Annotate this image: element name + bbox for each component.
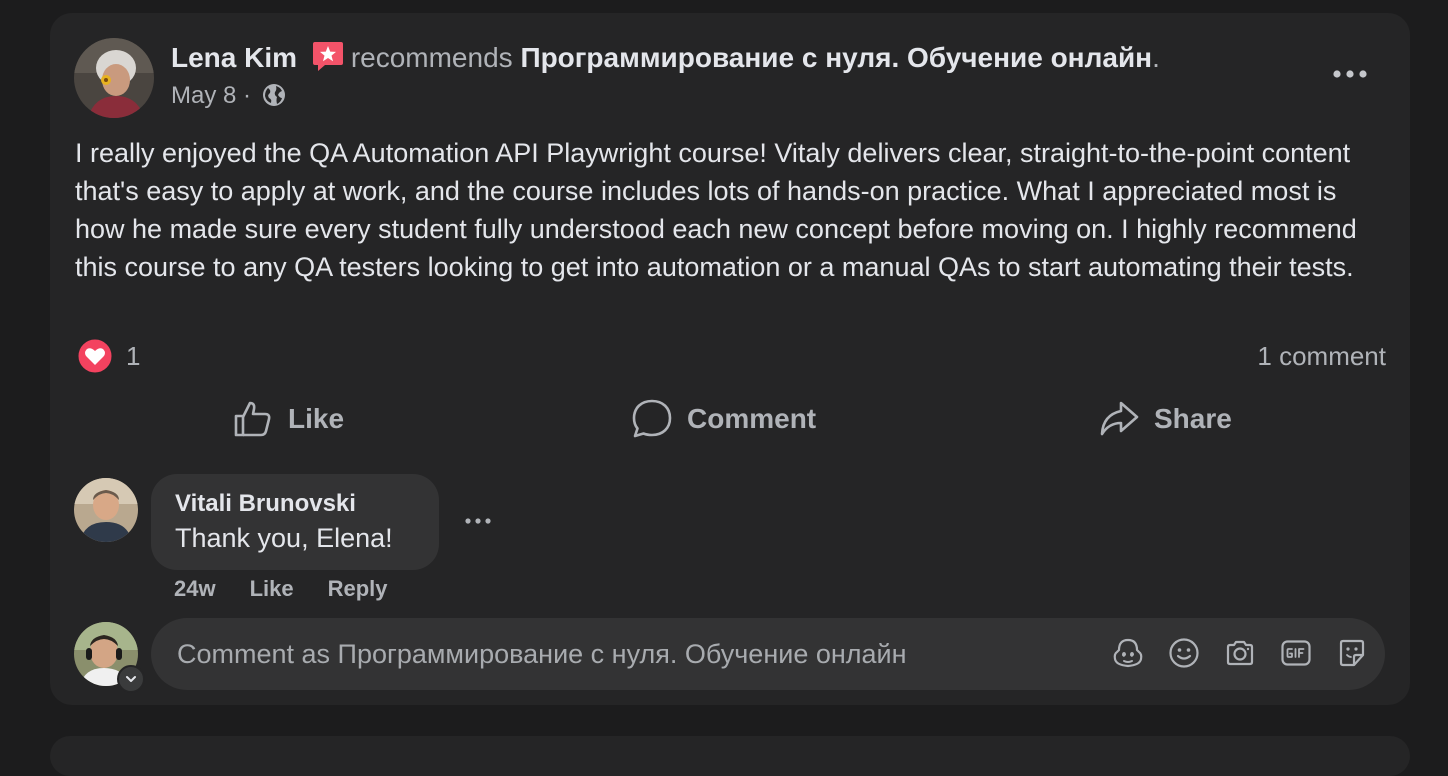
- post-meta: May 8 ·: [171, 81, 286, 111]
- commenter-name[interactable]: Vitali Brunovski: [175, 488, 415, 520]
- sticker-icon[interactable]: [1335, 636, 1369, 670]
- comment-meta: 24w Like Reply: [174, 576, 388, 602]
- comment-reply-button[interactable]: Reply: [328, 576, 388, 602]
- recommends-label: recommends: [350, 42, 513, 73]
- emoji-icon[interactable]: [1167, 636, 1201, 670]
- post-date[interactable]: May 8: [171, 82, 236, 109]
- share-label: Share: [1154, 403, 1232, 434]
- comment-like-button[interactable]: Like: [250, 576, 294, 602]
- share-arrow-icon: [1100, 401, 1139, 436]
- post-header: Lena Kim recommends Программирование с н…: [171, 39, 1160, 76]
- author-avatar[interactable]: [74, 38, 154, 118]
- comment-input[interactable]: [175, 637, 1099, 671]
- comment-text: Thank you, Elena!: [175, 523, 393, 553]
- header-period: .: [1152, 42, 1160, 73]
- page-name-link[interactable]: Программирование с нуля. Обучение онлайн: [520, 42, 1152, 73]
- camera-icon[interactable]: [1223, 636, 1257, 670]
- comment-bubble-icon: [632, 399, 672, 438]
- avatar-sticker-icon[interactable]: [1111, 636, 1145, 670]
- comment-more-button[interactable]: [462, 511, 494, 531]
- reaction-count[interactable]: 1: [126, 339, 140, 373]
- more-horizontal-icon: [465, 518, 491, 524]
- meta-separator: ·: [243, 82, 252, 109]
- comment-count[interactable]: 1 comment: [1257, 339, 1386, 373]
- profile-switch-chevron-icon[interactable]: [117, 665, 145, 693]
- thumbs-up-icon: [234, 401, 271, 437]
- comment-age[interactable]: 24w: [174, 576, 216, 602]
- post-more-button[interactable]: [1328, 61, 1372, 87]
- share-button[interactable]: Share: [1098, 397, 1232, 441]
- next-post-card: [50, 736, 1410, 776]
- comment-bubble: Vitali Brunovski Thank you, Elena!: [151, 474, 439, 570]
- love-reaction-icon[interactable]: [77, 338, 113, 374]
- like-button[interactable]: Like: [232, 397, 344, 441]
- comment-label: Comment: [687, 403, 817, 434]
- post-text: I really enjoyed the QA Automation API P…: [75, 138, 1357, 282]
- more-horizontal-icon: [1333, 70, 1367, 78]
- gif-icon[interactable]: [1279, 636, 1313, 670]
- comment-button[interactable]: Comment: [631, 397, 816, 441]
- globe-icon[interactable]: [262, 83, 286, 107]
- commenter-avatar[interactable]: [74, 478, 138, 542]
- composer-tools: [1111, 636, 1369, 670]
- like-label: Like: [288, 403, 345, 434]
- comment-composer[interactable]: [151, 618, 1385, 690]
- recommendation-badge-icon: [311, 39, 345, 73]
- post-card: Lena Kim recommends Программирование с н…: [50, 13, 1410, 705]
- author-name[interactable]: Lena Kim: [171, 42, 297, 73]
